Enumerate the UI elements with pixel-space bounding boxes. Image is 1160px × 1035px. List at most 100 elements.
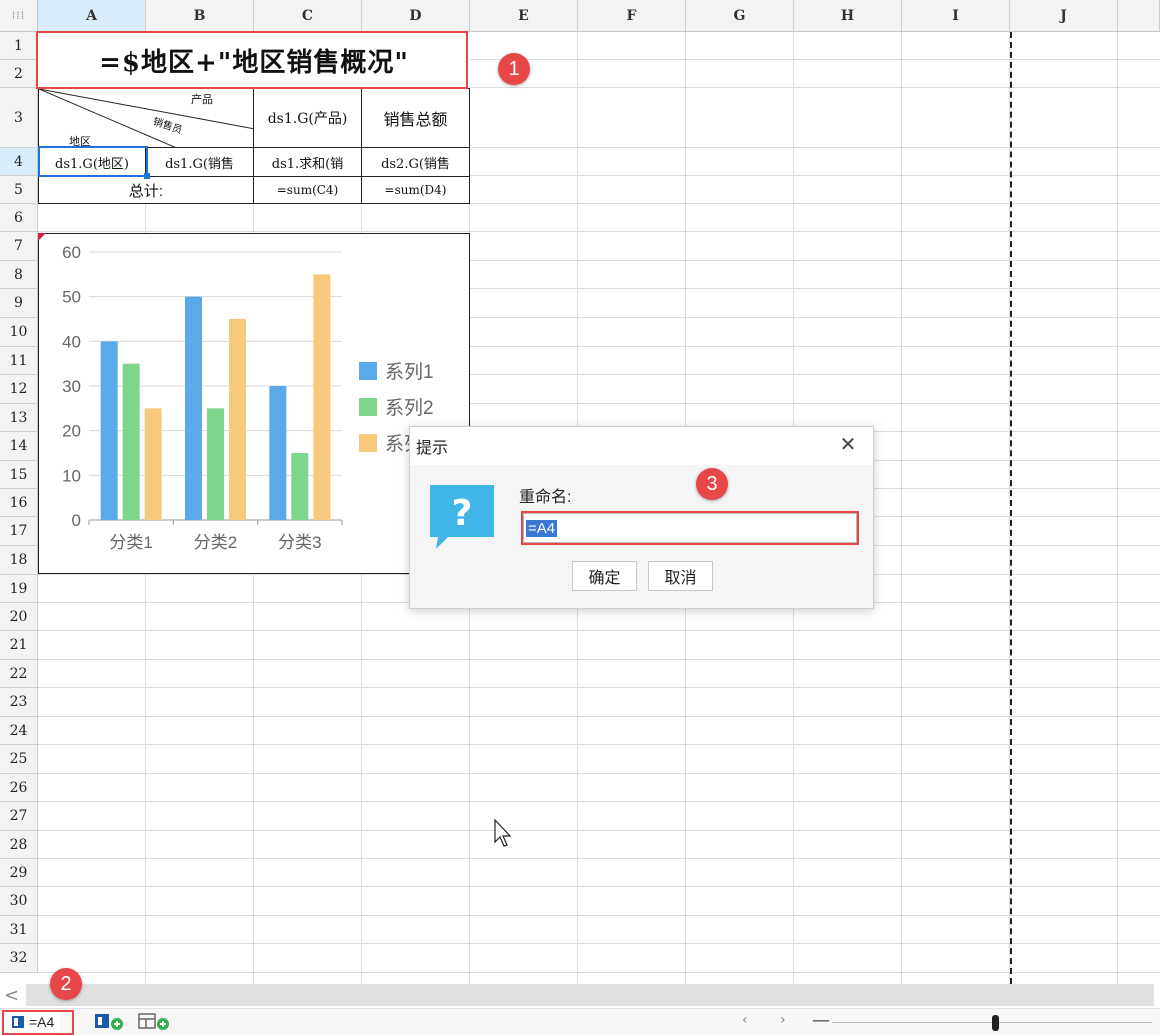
cell-d4[interactable]: ds2.G(销售 xyxy=(361,147,470,177)
column-header-e[interactable]: E xyxy=(470,0,578,32)
grid-hline xyxy=(38,886,1160,887)
cell-selection xyxy=(38,146,148,177)
rename-input[interactable]: =A4 xyxy=(523,513,857,543)
sheet-tab[interactable]: =A4 xyxy=(3,1011,61,1033)
grid-hline xyxy=(38,744,1160,745)
horizontal-scrollbar[interactable]: < xyxy=(0,984,1160,1008)
legend-label-2: 系列2 xyxy=(385,397,434,419)
row-header-8[interactable]: 8 xyxy=(0,261,38,289)
bar-chart[interactable]: 0102030405060分类1分类2分类3系列1系列2系列3 xyxy=(38,233,470,574)
row-header-25[interactable]: 25 xyxy=(0,745,38,774)
row-header-4[interactable]: 4 xyxy=(0,148,38,176)
row-header-30[interactable]: 30 xyxy=(0,887,38,916)
dialog-title: 提示 xyxy=(416,440,449,457)
add-report-sheet-icon[interactable] xyxy=(94,1013,126,1031)
grid-hline xyxy=(38,915,1160,916)
row-header-3[interactable]: 3 xyxy=(0,88,38,148)
cell-b4[interactable]: ds1.G(销售 xyxy=(145,147,254,177)
column-header-j[interactable]: J xyxy=(1010,0,1118,32)
y-tick-label: 20 xyxy=(62,422,81,441)
row-header-17[interactable]: 17 xyxy=(0,517,38,546)
legend-label-1: 系列1 xyxy=(385,361,434,383)
row-header-19[interactable]: 19 xyxy=(0,575,38,603)
bar-3-2 xyxy=(229,319,246,520)
row-header-1[interactable]: 1 xyxy=(0,32,38,60)
slash-header-cell[interactable]: 产品 销售员 地区 xyxy=(38,88,254,148)
cell-d3[interactable]: 销售总额 xyxy=(361,88,470,148)
row-header-10[interactable]: 10 xyxy=(0,318,38,347)
row-header-23[interactable]: 23 xyxy=(0,688,38,717)
column-header-h[interactable]: H xyxy=(794,0,902,32)
scroll-left-icon[interactable]: < xyxy=(4,985,19,1006)
row-header-32[interactable]: 32 xyxy=(0,944,38,973)
column-header-i[interactable]: I xyxy=(902,0,1010,32)
legend-swatch-2 xyxy=(359,398,377,416)
y-tick-label: 60 xyxy=(62,243,81,262)
column-header-g[interactable]: G xyxy=(686,0,794,32)
bar-2-3 xyxy=(291,453,309,520)
row-header-21[interactable]: 21 xyxy=(0,631,38,660)
annotation-badge-1: 1 xyxy=(498,53,530,85)
title-cell[interactable]: =$地区+"地区销售概况" xyxy=(38,32,470,88)
row-header-12[interactable]: 12 xyxy=(0,375,38,404)
row-header-20[interactable]: 20 xyxy=(0,603,38,631)
scrollbar-track[interactable] xyxy=(26,984,1154,1006)
column-header-a[interactable]: A xyxy=(38,0,146,32)
slash-header-top: 产品 xyxy=(191,94,213,106)
bar-1-2 xyxy=(185,296,202,520)
mouse-cursor-icon xyxy=(494,818,512,847)
column-header-f[interactable]: F xyxy=(578,0,686,32)
grid-hline xyxy=(38,687,1160,688)
row-header-13[interactable]: 13 xyxy=(0,404,38,432)
row-header-27[interactable]: 27 xyxy=(0,802,38,831)
row-header-9[interactable]: 9 xyxy=(0,289,38,318)
row-header-26[interactable]: 26 xyxy=(0,774,38,802)
sheet-prev-icon[interactable]: ‹ xyxy=(742,1012,748,1028)
grid-dots-icon: ⁞⁞⁞ xyxy=(11,9,26,22)
row-header-11[interactable]: 11 xyxy=(0,347,38,375)
cell-d5[interactable]: =sum(D4) xyxy=(361,176,470,204)
column-header-overflow xyxy=(1118,0,1160,32)
cancel-button[interactable]: 取消 xyxy=(648,561,713,591)
row-header-29[interactable]: 29 xyxy=(0,859,38,887)
grid-hline xyxy=(38,943,1160,944)
bar-3-3 xyxy=(313,274,331,520)
sheet-next-icon[interactable]: › xyxy=(780,1012,786,1028)
column-header-d[interactable]: D xyxy=(362,0,470,32)
rename-dialog[interactable]: 提示 ✕ ? 重命名: =A4 确定 取消 3 xyxy=(409,426,874,609)
bar-1-1 xyxy=(100,341,118,520)
select-all-corner[interactable]: ⁞⁞⁞ xyxy=(0,0,38,32)
row-header-6[interactable]: 6 xyxy=(0,204,38,232)
row-header-15[interactable]: 15 xyxy=(0,461,38,489)
row-header-14[interactable]: 14 xyxy=(0,432,38,461)
zoom-slider-handle[interactable] xyxy=(992,1015,999,1031)
row-header-2[interactable]: 2 xyxy=(0,60,38,88)
row-header-16[interactable]: 16 xyxy=(0,489,38,517)
ok-button[interactable]: 确定 xyxy=(572,561,637,591)
add-dashboard-sheet-icon[interactable] xyxy=(138,1013,172,1031)
grid-hline xyxy=(38,830,1160,831)
close-icon[interactable]: ✕ xyxy=(837,434,859,456)
row-header-5[interactable]: 5 xyxy=(0,176,38,204)
row-header-7[interactable]: 7 xyxy=(0,232,38,261)
row-header-31[interactable]: 31 xyxy=(0,916,38,944)
cell-c5[interactable]: =sum(C4) xyxy=(253,176,362,204)
question-icon: ? xyxy=(430,485,494,549)
rename-label: 重命名: xyxy=(519,489,572,506)
column-header-b[interactable]: B xyxy=(146,0,254,32)
zoom-out-icon[interactable]: — xyxy=(812,1010,830,1031)
selection-fill-handle[interactable] xyxy=(144,173,150,179)
cell-c3[interactable]: ds1.G(产品) xyxy=(253,88,362,148)
row-header-22[interactable]: 22 xyxy=(0,660,38,688)
cell-c4[interactable]: ds1.求和(销 xyxy=(253,147,362,177)
grid-hline xyxy=(38,231,1160,232)
row-header-24[interactable]: 24 xyxy=(0,717,38,745)
grid-hline xyxy=(38,972,1160,973)
cell-ab5[interactable]: 总计: xyxy=(38,176,254,204)
dialog-header: 提示 ✕ xyxy=(410,427,873,465)
column-header-c[interactable]: C xyxy=(254,0,362,32)
row-header-18[interactable]: 18 xyxy=(0,546,38,575)
row-header-28[interactable]: 28 xyxy=(0,831,38,859)
chart-svg: 0102030405060分类1分类2分类3系列1系列2系列3 xyxy=(62,243,434,552)
rename-input-value: =A4 xyxy=(526,519,558,537)
